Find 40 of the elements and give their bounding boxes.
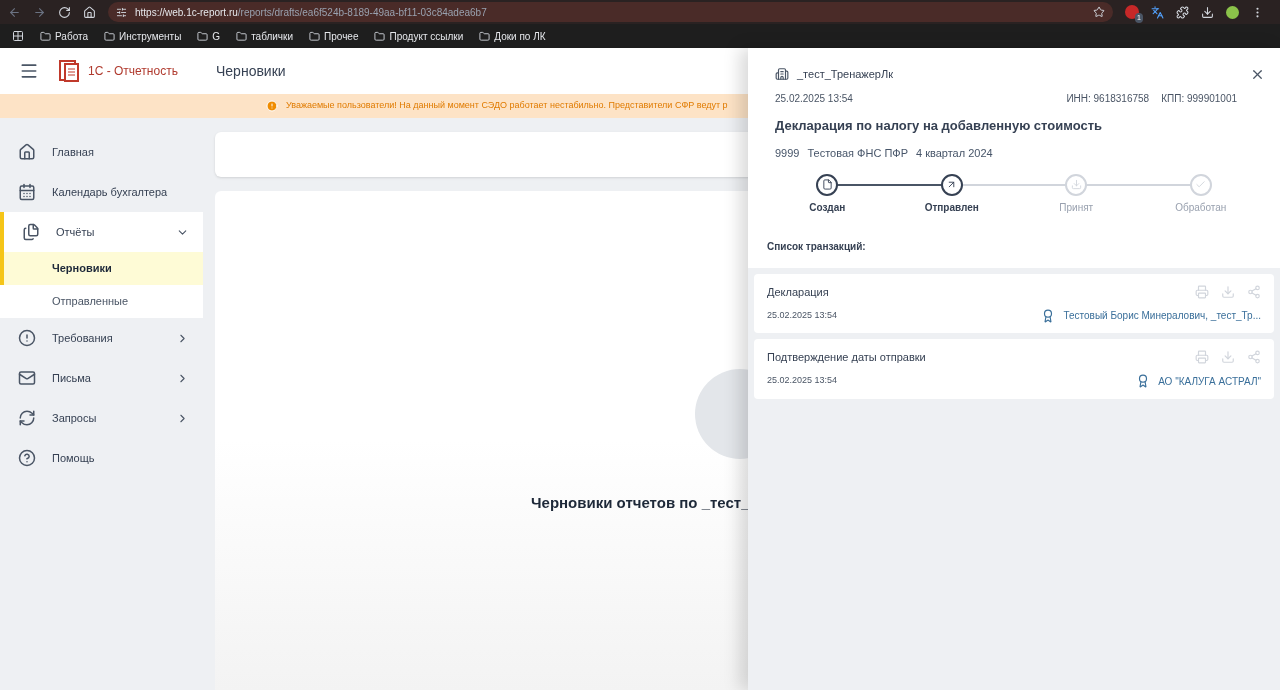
transactions-label: Список транзакций: — [767, 239, 867, 254]
bookmark-link[interactable]: Продукт ссылки — [374, 28, 464, 44]
step-label: Обработан — [1175, 200, 1227, 215]
organization-name: _тест_ТренажерЛк — [797, 67, 894, 82]
declaration-title: Декларация по налогу на добавленную стоимость — [775, 116, 1104, 135]
signer-link[interactable]: АО "КАЛУГА АСТРАЛ" — [1158, 373, 1261, 389]
code-text: 9999 — [775, 146, 800, 161]
bookmark-link[interactable]: Прочее — [309, 28, 359, 44]
sidebar-item[interactable]: Требования — [0, 318, 203, 358]
empty-state-title: Черновики отчетов по _тест_ — [531, 493, 750, 513]
page-title: Черновики — [216, 61, 286, 81]
date-text: 25.02.2025 13:54 — [775, 91, 854, 106]
sidebar-subitem[interactable]: Черновики — [0, 252, 203, 285]
bookmark-link[interactable]: таблички — [236, 28, 294, 44]
banner-text: Уважаемые пользователи! На данный момент СЭДО работает нестабильно. Представители СФР ведут р — [286, 99, 728, 113]
sidebar-item[interactable]: Помощь — [0, 438, 203, 478]
transaction-name: Декларация — [767, 284, 830, 300]
address-bar[interactable]: https://web.1c-report.ru/reports/drafts/ea6f524b-8189-49aa-bf11-03c84adea6b7 — [108, 2, 1113, 22]
sidebar-item[interactable]: Календарь бухгалтера — [0, 172, 203, 212]
step-label: Отправлен — [924, 200, 979, 215]
sidebar-item[interactable]: Запросы — [0, 398, 203, 438]
url-text: https://web.1c-report.ru/reports/drafts/ea6f524b-8189-49aa-bf11-03c84adea6b7 — [135, 5, 488, 20]
authority-text: Тестовая ФНС ПФР — [807, 146, 908, 161]
bookmark-link[interactable]: Работа — [40, 28, 88, 44]
transaction-date: 25.02.2025 13:54 — [767, 374, 839, 388]
step-label: Создан — [809, 200, 846, 215]
step-label: Принят — [1059, 200, 1094, 215]
bookmark-link[interactable]: Доки по ЛК — [479, 28, 546, 44]
sidebar-item[interactable]: Письма — [0, 358, 203, 398]
transaction-date: 25.02.2025 13:54 — [767, 308, 839, 322]
logo-text: 1С - Отчетность — [88, 63, 179, 80]
bookmark-link[interactable]: G — [197, 28, 221, 44]
sidebar-item[interactable]: Главная — [0, 132, 203, 172]
period-text: 4 квартал 2024 — [916, 146, 993, 161]
inn-text: ИНН: 9618316758 — [1066, 91, 1150, 106]
transaction-name: Подтверждение даты отправки — [767, 350, 927, 365]
signer-link[interactable]: Тестовый Борис Минералович, _тест_Тр... — [1063, 308, 1261, 323]
kpp-text: КПП: 999901001 — [1161, 91, 1237, 106]
bookmark-link[interactable]: Инструменты — [104, 28, 182, 44]
sidebar-subitem[interactable]: Отправленные — [0, 285, 203, 318]
